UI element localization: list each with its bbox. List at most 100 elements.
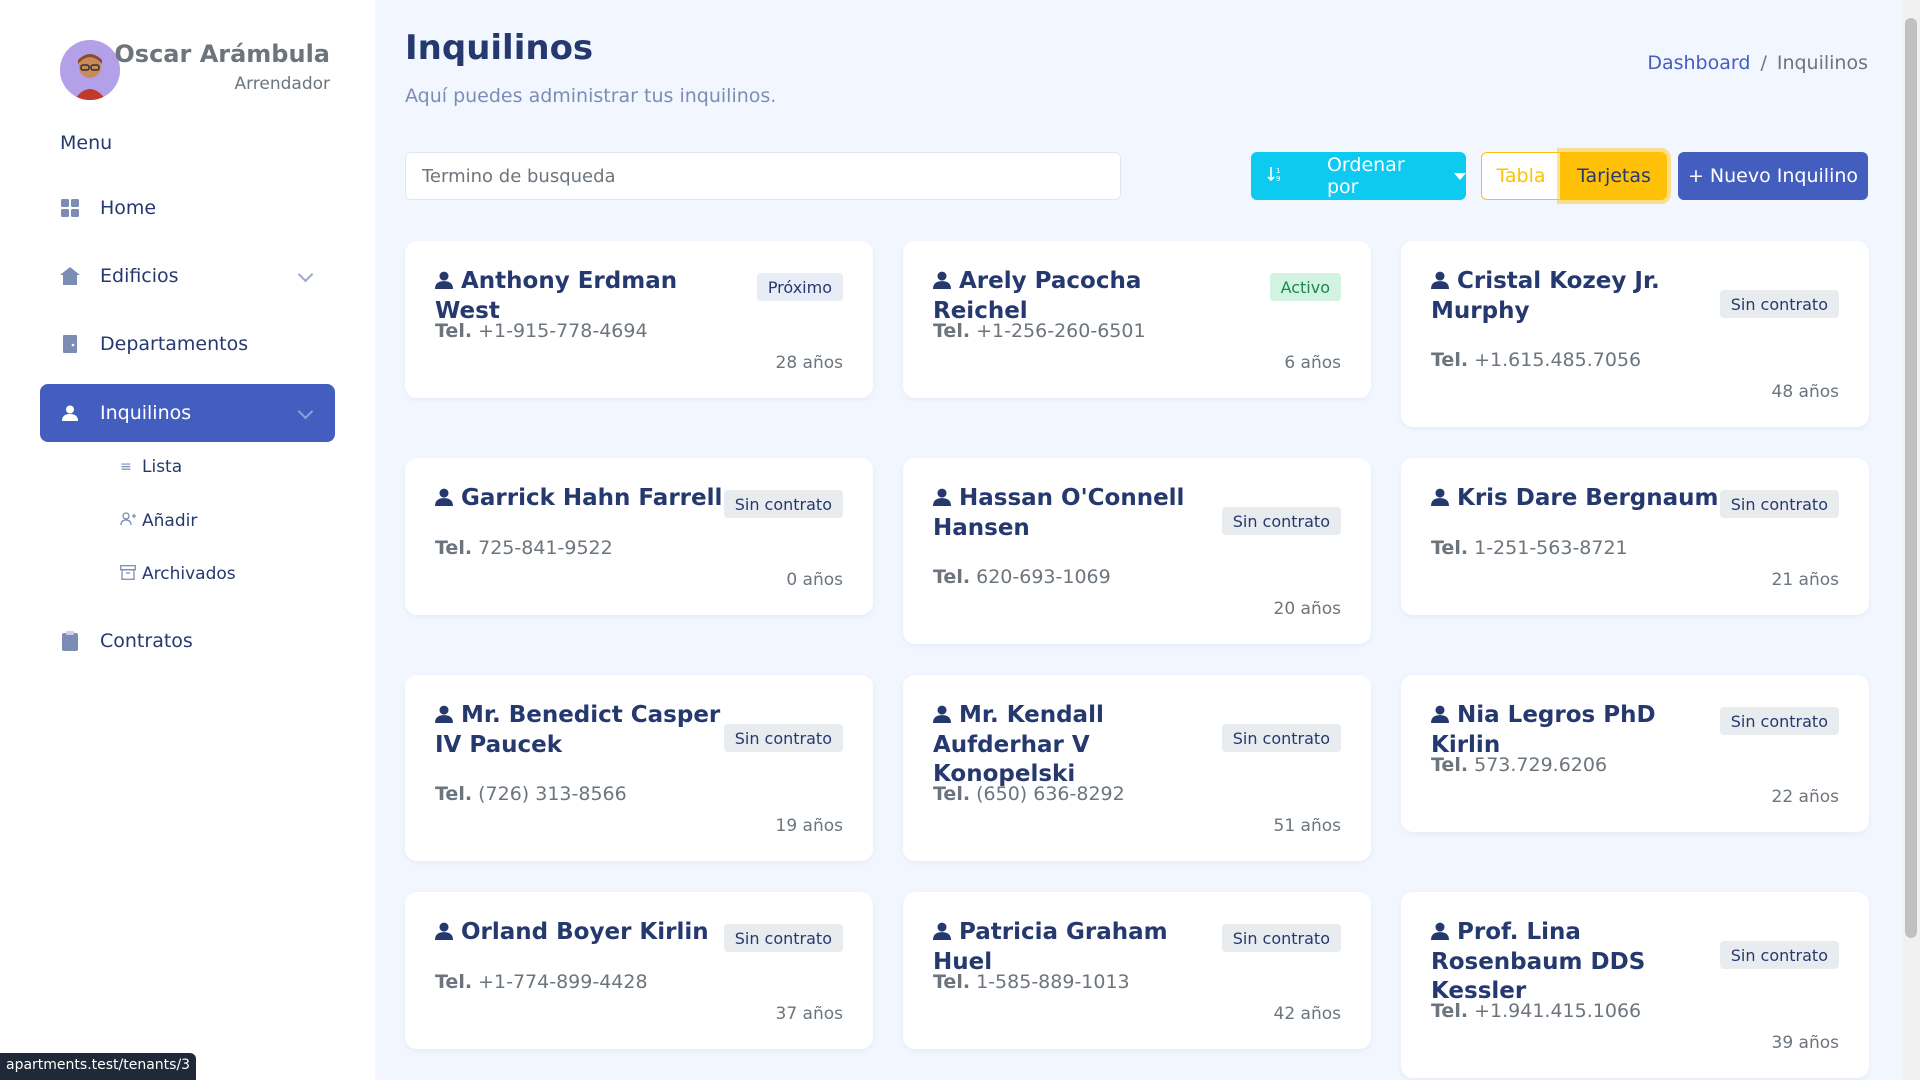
sidebar-subitem-anadir[interactable]: Añadir [120, 511, 197, 531]
tenant-card[interactable]: Anthony Erdman West Próximo Tel. +1-915-77… [405, 241, 873, 398]
clipboard-icon [60, 631, 80, 651]
tel-label: Tel. [1431, 754, 1469, 776]
tenant-phone: Tel. 1-585-889-1013 [933, 971, 1130, 993]
breadcrumb-current: Inquilinos [1776, 52, 1868, 74]
scrollbar[interactable] [1902, 0, 1920, 1080]
sidebar-item-inquilinos[interactable]: Inquilinos [40, 384, 335, 442]
tenant-card[interactable]: Mr. Kendall Aufderhar V Konopelski Sin co… [903, 675, 1371, 861]
tenant-phone: Tel. +1.615.485.7056 [1431, 349, 1641, 371]
sidebar-item-departamentos[interactable]: Departamentos [40, 315, 335, 373]
view-table-button[interactable]: Tabla [1481, 152, 1561, 200]
tenant-age: 42 años [1273, 1004, 1342, 1024]
sidebar-item-home[interactable]: Home [40, 179, 335, 237]
person-icon [933, 919, 951, 948]
sort-label: Ordenar por [1326, 154, 1405, 198]
tenant-phone-value: +1-915-778-4694 [478, 320, 648, 342]
tenant-card[interactable]: Nia Legros PhD Kirlin Sin contrato Tel. 57… [1401, 675, 1869, 832]
tenant-card[interactable]: Cristal Kozey Jr. Murphy Sin contrato Tel.… [1401, 241, 1869, 427]
tenant-name[interactable]: Mr. Benedict Casper IV Paucek [435, 701, 725, 760]
sidebar-item-label: Inquilinos [100, 402, 192, 424]
tenant-phone-value: 725-841-9522 [478, 537, 613, 559]
search-input[interactable] [405, 152, 1121, 200]
tenant-age: 20 años [1273, 599, 1342, 619]
new-tenant-button[interactable]: + Nuevo Inquilino [1678, 152, 1868, 200]
tenant-age: 0 años [786, 570, 843, 590]
status-badge: Sin contrato [1719, 490, 1839, 518]
status-badge: Sin contrato [1719, 707, 1839, 735]
status-badge: Sin contrato [723, 490, 843, 518]
person-icon [1431, 268, 1449, 297]
breadcrumb-dashboard-link[interactable]: Dashboard [1647, 52, 1750, 74]
page-title: Inquilinos [405, 28, 594, 68]
sidebar-item-label: Departamentos [100, 333, 249, 355]
tel-label: Tel. [435, 971, 473, 993]
tenant-name[interactable]: Nia Legros PhD Kirlin [1431, 701, 1721, 760]
tenant-name-text: Orland Boyer Kirlin [461, 919, 709, 945]
user-profile[interactable]: Oscar Arámbula Arrendador [60, 38, 330, 102]
person-icon [933, 268, 951, 297]
archive-icon [120, 564, 136, 584]
tenant-name-text: Kris Dare Bergnaum [1457, 485, 1719, 511]
tenant-phone: Tel. (726) 313-8566 [435, 783, 627, 805]
tenant-name[interactable]: Kris Dare Bergnaum [1431, 484, 1721, 514]
sidebar-subitem-label: Archivados [142, 564, 236, 584]
tenant-name[interactable]: Orland Boyer Kirlin [435, 918, 725, 948]
tenant-phone: Tel. 573.729.6206 [1431, 754, 1607, 776]
tenant-name[interactable]: Hassan O'Connell Hansen [933, 484, 1223, 543]
tenant-phone-value: +1-774-899-4428 [478, 971, 648, 993]
tel-label: Tel. [933, 566, 971, 588]
sidebar-item-edificios[interactable]: Edificios [40, 247, 335, 305]
tenant-card[interactable]: Kris Dare Bergnaum Sin contrato Tel. 1-251… [1401, 458, 1869, 615]
sort-dropdown-button[interactable]: 19 Ordenar por [1251, 152, 1466, 200]
tenant-name[interactable]: Arely Pacocha Reichel [933, 267, 1223, 326]
grid-icon [60, 198, 80, 218]
tenant-card[interactable]: Arely Pacocha Reichel Activo Tel. +1-256-2… [903, 241, 1371, 398]
tenant-phone: Tel. 1-251-563-8721 [1431, 537, 1628, 559]
tel-label: Tel. [435, 537, 473, 559]
tenant-name[interactable]: Mr. Kendall Aufderhar V Konopelski [933, 701, 1223, 789]
sidebar-subitem-label: Lista [142, 457, 183, 477]
tenant-name[interactable]: Cristal Kozey Jr. Murphy [1431, 267, 1721, 326]
sidebar: Oscar Arámbula Arrendador Menu Home Edif… [0, 0, 375, 1080]
tenant-name-text: Cristal Kozey Jr. Murphy [1431, 268, 1660, 324]
tenant-card[interactable]: Prof. Lina Rosenbaum DDS Kessler Sin cont… [1401, 892, 1869, 1078]
status-badge: Activo [1269, 273, 1341, 301]
tenant-phone: Tel. +1-774-899-4428 [435, 971, 648, 993]
person-icon [435, 919, 453, 948]
sidebar-subitem-label: Añadir [142, 511, 198, 531]
tenant-name[interactable]: Anthony Erdman West [435, 267, 725, 326]
tenant-phone-value: 620-693-1069 [976, 566, 1111, 588]
tenant-name-text: Mr. Benedict Casper IV Paucek [435, 702, 721, 758]
tenant-name-text: Garrick Hahn Farrell [461, 485, 723, 511]
tenant-card[interactable]: Patricia Graham Huel Sin contrato Tel. 1-5… [903, 892, 1371, 1049]
sidebar-item-label: Home [100, 197, 157, 219]
tenant-age: 21 años [1771, 570, 1840, 590]
tenant-age: 22 años [1771, 787, 1840, 807]
tenant-phone-value: 573.729.6206 [1474, 754, 1608, 776]
chevron-down-icon [297, 266, 314, 283]
scrollbar-thumb[interactable] [1905, 18, 1917, 938]
person-icon [60, 403, 80, 423]
status-badge: Próximo [756, 273, 843, 301]
view-cards-button[interactable]: Tarjetas [1561, 152, 1667, 200]
person-icon [435, 268, 453, 297]
sidebar-item-label: Edificios [100, 265, 179, 287]
tenant-card[interactable]: Mr. Benedict Casper IV Paucek Sin contrat… [405, 675, 873, 861]
tenant-name[interactable]: Prof. Lina Rosenbaum DDS Kessler [1431, 918, 1721, 1006]
status-badge: Sin contrato [1221, 924, 1341, 952]
tenant-phone: Tel. +1-256-260-6501 [933, 320, 1146, 342]
sidebar-subitem-archivados[interactable]: Archivados [120, 564, 236, 584]
tenant-name-text: Arely Pacocha Reichel [933, 268, 1142, 324]
tenant-card[interactable]: Garrick Hahn Farrell Sin contrato Tel. 725… [405, 458, 873, 615]
person-icon [1431, 485, 1449, 514]
sidebar-subitem-lista[interactable]: ≡ Lista [120, 457, 182, 477]
sidebar-item-contratos[interactable]: Contratos [40, 612, 335, 670]
tenant-name[interactable]: Patricia Graham Huel [933, 918, 1223, 977]
tenant-card[interactable]: Orland Boyer Kirlin Sin contrato Tel. +1-7… [405, 892, 873, 1049]
tenant-name[interactable]: Garrick Hahn Farrell [435, 484, 725, 514]
person-icon [1431, 702, 1449, 731]
tenant-card[interactable]: Hassan O'Connell Hansen Sin contrato Tel. … [903, 458, 1371, 644]
status-badge: Sin contrato [1719, 290, 1839, 318]
tel-label: Tel. [1431, 349, 1469, 371]
tenant-name-text: Patricia Graham Huel [933, 919, 1168, 975]
